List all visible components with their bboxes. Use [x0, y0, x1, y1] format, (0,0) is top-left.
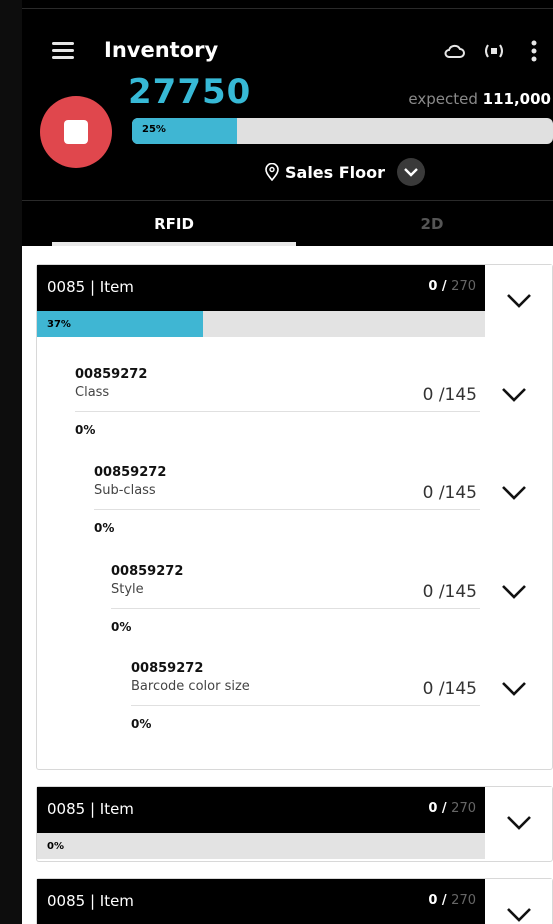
item-progress-bar: 0%	[37, 833, 486, 859]
item-progress-label: 0%	[47, 841, 64, 852]
item-name: 0085 | Item	[47, 800, 134, 818]
row-level: Class	[75, 385, 110, 400]
row-divider	[94, 509, 480, 510]
status-divider	[22, 8, 553, 9]
list-item[interactable]: 00859272 Class 0 /145 0%	[75, 367, 552, 459]
item-count-value: 0 /	[428, 893, 447, 908]
stop-icon	[64, 120, 88, 144]
list-item[interactable]: 00859272 Barcode color size 0 /145 0%	[131, 661, 552, 753]
list-item[interactable]: 00859272 Style 0 /145 0%	[111, 564, 552, 656]
row-code: 00859272	[94, 465, 167, 480]
item-count: 0 / 270	[428, 893, 476, 908]
header-actions	[443, 40, 545, 62]
overall-progress-label: 25%	[142, 124, 166, 135]
item-card-header[interactable]: 0085 | Item 0 / 270	[37, 879, 486, 924]
item-count: 0 / 270	[428, 801, 476, 816]
inventory-list: 0085 | Item 0 / 270 37% 00859272 Class 0…	[22, 246, 553, 924]
row-code: 00859272	[111, 564, 184, 579]
item-card: 0085 | Item 0 / 270 37% 00859272 Class 0…	[36, 264, 553, 770]
item-count-value: 0 /	[428, 801, 447, 816]
chevron-down-icon[interactable]	[397, 158, 426, 186]
inventory-app: Inventory 27750 expected 111,000 25% Sal…	[22, 0, 553, 924]
item-card: 0085 | Item 0 / 270 0%	[36, 786, 553, 862]
row-code: 00859272	[75, 367, 148, 382]
location-selector[interactable]: Sales Floor	[265, 158, 426, 186]
item-name: 0085 | Item	[47, 278, 134, 296]
list-item[interactable]: 00859272 Sub-class 0 /145 0%	[94, 465, 552, 557]
scanned-count: 27750	[128, 72, 252, 112]
chevron-down-icon[interactable]	[485, 879, 552, 924]
row-percent: 0%	[94, 521, 115, 535]
item-total: 270	[451, 893, 476, 908]
location-pin-icon	[265, 163, 279, 181]
item-total: 270	[451, 801, 476, 816]
row-code: 00859272	[131, 661, 204, 676]
expected-value: 111,000	[482, 90, 551, 108]
row-divider	[75, 411, 480, 412]
device-bezel	[0, 0, 22, 924]
more-vertical-icon[interactable]	[523, 40, 545, 62]
menu-icon[interactable]	[52, 42, 74, 60]
row-percent: 0%	[111, 620, 132, 634]
row-qty: 0 /145	[422, 679, 477, 699]
row-qty: 0 /145	[422, 483, 477, 503]
chevron-down-icon[interactable]	[485, 265, 552, 337]
row-percent: 0%	[131, 717, 152, 731]
item-progress-bar: 37%	[37, 311, 486, 337]
row-percent: 0%	[75, 423, 96, 437]
item-card-header[interactable]: 0085 | Item 0 / 270	[37, 265, 486, 311]
item-name: 0085 | Item	[47, 892, 134, 910]
chevron-down-icon[interactable]	[500, 677, 528, 701]
tab-rfid[interactable]: RFID	[52, 201, 296, 247]
row-qty: 0 /145	[422, 385, 477, 405]
item-card: 0085 | Item 0 / 270	[36, 878, 553, 924]
item-progress-label: 37%	[47, 319, 71, 330]
item-total: 270	[451, 279, 476, 294]
stop-scan-button[interactable]	[40, 96, 112, 168]
cloud-icon[interactable]	[443, 40, 465, 62]
location-label: Sales Floor	[285, 162, 386, 182]
item-count-value: 0 /	[428, 279, 447, 294]
expected-label: expected	[408, 90, 478, 108]
rfid-reader-icon[interactable]	[483, 40, 505, 62]
row-level: Style	[111, 582, 144, 597]
expected-count: expected 111,000	[408, 90, 551, 108]
tab-2d[interactable]: 2D	[312, 201, 552, 247]
chevron-down-icon[interactable]	[500, 580, 528, 604]
chevron-down-icon[interactable]	[500, 481, 528, 505]
chevron-down-icon[interactable]	[500, 383, 528, 407]
row-level: Barcode color size	[131, 679, 250, 694]
row-divider	[131, 705, 480, 706]
item-card-header[interactable]: 0085 | Item 0 / 270	[37, 787, 486, 833]
row-level: Sub-class	[94, 483, 156, 498]
row-qty: 0 /145	[422, 582, 477, 602]
page-title: Inventory	[104, 38, 219, 62]
row-divider	[111, 608, 480, 609]
chevron-down-icon[interactable]	[485, 787, 552, 859]
item-count: 0 / 270	[428, 279, 476, 294]
overall-progress-bar: 25%	[132, 118, 553, 144]
tab-bar: RFID 2D	[22, 200, 553, 247]
